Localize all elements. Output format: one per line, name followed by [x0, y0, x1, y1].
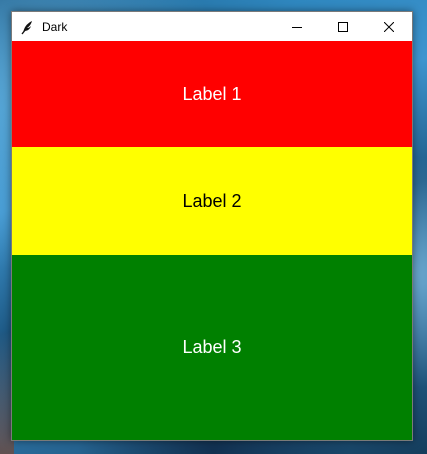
maximize-icon	[338, 17, 348, 36]
label-panel-yellow: Label 2	[12, 147, 412, 255]
label-panel-green: Label 3	[12, 255, 412, 440]
label-2: Label 2	[182, 190, 242, 211]
label-1: Label 1	[182, 83, 242, 104]
app-window: Dark Label 1 Label 2 Label 3	[11, 11, 413, 441]
window-title: Dark	[42, 19, 68, 34]
minimize-icon	[292, 17, 302, 36]
label-panel-red: Label 1	[12, 41, 412, 147]
close-button[interactable]	[366, 12, 412, 41]
close-icon	[383, 17, 395, 36]
window-content: Label 1 Label 2 Label 3	[12, 41, 412, 440]
feather-icon	[20, 19, 36, 35]
maximize-button[interactable]	[320, 12, 366, 41]
minimize-button[interactable]	[274, 12, 320, 41]
label-3: Label 3	[182, 337, 242, 357]
title-bar[interactable]: Dark	[12, 12, 412, 41]
